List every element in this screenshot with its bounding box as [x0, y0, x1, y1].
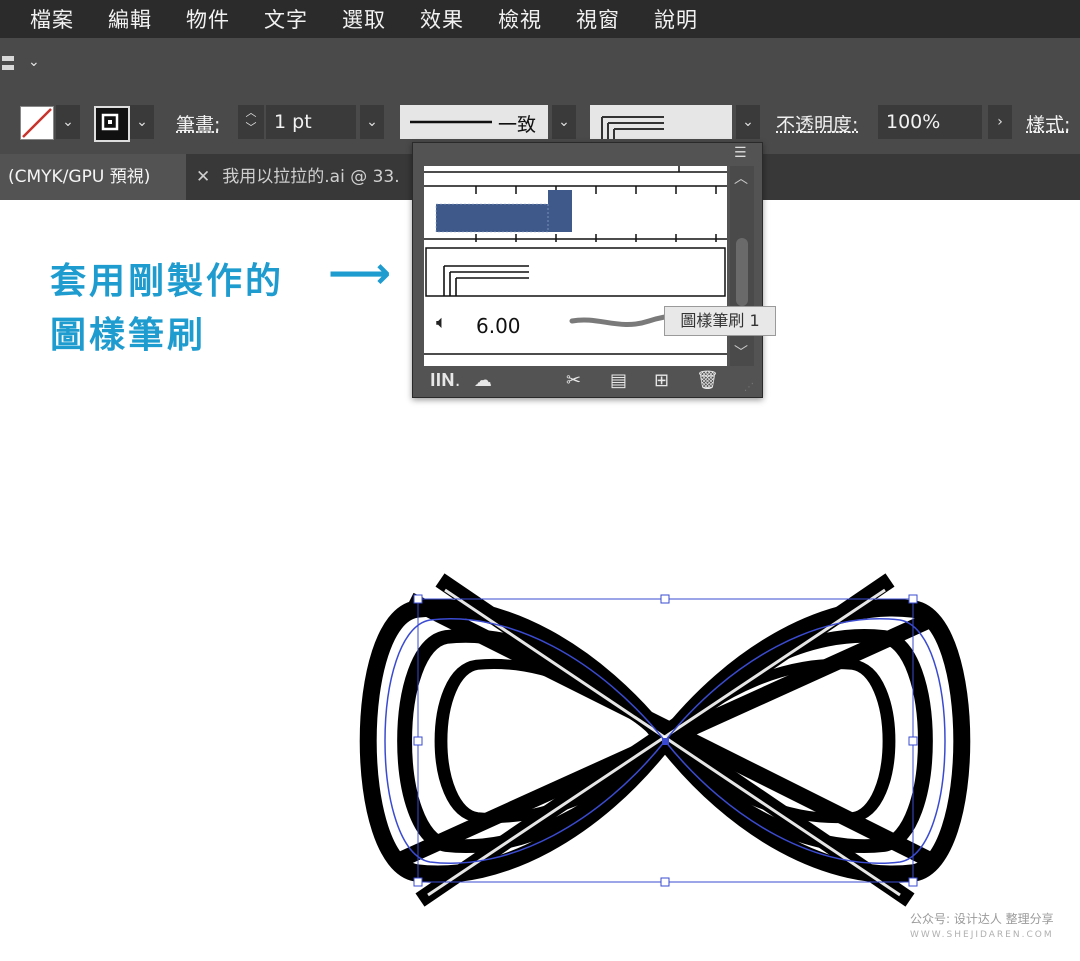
menu-bar: 檔案 編輯 物件 文字 選取 效果 檢視 視窗 說明 [0, 0, 1080, 38]
pattern-brush-preview-icon [601, 116, 664, 139]
grip-icon[interactable] [2, 56, 14, 61]
grip-icon-lower [2, 65, 14, 70]
selection-path [384, 618, 946, 864]
libraries-cloud-icon[interactable]: ☁ [474, 370, 492, 391]
chevron-down-icon[interactable]: ﹀ [238, 120, 264, 135]
artwork-middle-band [397, 629, 933, 853]
profile-line-icon [410, 120, 492, 124]
profile-label: 一致 [498, 114, 537, 136]
stroke-square-icon [101, 113, 119, 131]
none-swatch-icon [22, 108, 52, 138]
brush-size-value: 6.00 [476, 314, 521, 338]
menu-view[interactable]: 檢視 [498, 4, 542, 34]
fill-swatch[interactable] [20, 106, 54, 140]
menu-select[interactable]: 選取 [342, 4, 386, 34]
chevron-down-icon[interactable]: ⌄ [28, 54, 40, 70]
stroke-weight-dropdown[interactable]: ⌄ [360, 105, 384, 139]
close-icon[interactable]: ✕ [196, 167, 210, 187]
bounding-box [417, 598, 914, 883]
remove-brush-stroke-icon[interactable]: ✂ [566, 370, 581, 391]
tab-document-2[interactable]: ✕ 我用以拉拉的.ai @ 33. [190, 154, 400, 200]
tab-document-2-label: 我用以拉拉的.ai @ 33. [222, 167, 400, 187]
resize-grip-icon[interactable]: ⋰ [744, 382, 754, 393]
style-label[interactable]: 樣式: [1026, 110, 1070, 137]
opacity-field[interactable]: 100% [878, 105, 982, 139]
menu-object[interactable]: 物件 [186, 4, 230, 34]
menu-type[interactable]: 文字 [264, 4, 308, 34]
stroke-swatch[interactable] [94, 106, 130, 142]
brush-dropdown[interactable]: ⌄ [736, 105, 760, 139]
menu-help[interactable]: 說明 [654, 4, 698, 34]
chevron-up-icon[interactable]: ︿ [238, 105, 264, 120]
brush-list-drawing [424, 166, 727, 355]
variable-width-profile[interactable]: 一致 [400, 105, 548, 139]
artwork-inner-band [434, 658, 896, 824]
annotation-line-2: 圖樣筆刷 [50, 315, 207, 356]
new-brush-icon[interactable]: ⊞ [654, 370, 669, 391]
opacity-arrow-button[interactable]: › [988, 105, 1012, 139]
brush-options-icon[interactable]: ▤ [610, 370, 627, 391]
scroll-up-icon[interactable]: ︿ [734, 168, 748, 188]
stroke-dropdown[interactable]: ⌄ [130, 105, 154, 139]
stroke-label[interactable]: 筆畫: [176, 110, 220, 137]
scroll-thumb[interactable] [736, 238, 748, 306]
profile-dropdown[interactable]: ⌄ [552, 105, 576, 139]
menu-edit[interactable]: 編輯 [108, 4, 152, 34]
menu-window[interactable]: 視窗 [576, 4, 620, 34]
brush-libraries-icon[interactable]: 𝐈𝐈𝐍. [430, 370, 460, 391]
center-point [662, 738, 669, 745]
arrow-right-icon: ⟶ [328, 248, 392, 299]
fill-dropdown[interactable]: ⌄ [56, 105, 80, 139]
watermark-line-2: WWW.SHEJIDAREN.COM [910, 930, 1054, 940]
menu-file[interactable]: 檔案 [30, 4, 74, 34]
stroke-stepper[interactable]: ︿ ﹀ [238, 105, 264, 139]
scroll-down-icon[interactable]: ﹀ [734, 342, 748, 362]
watermark-line-1: 公众号: 设计达人 整理分享 [910, 912, 1054, 926]
workspace-bar [0, 38, 1080, 90]
panel-menu-icon[interactable]: ☰ [734, 145, 747, 161]
delete-brush-icon[interactable]: 🗑︎ [696, 370, 719, 391]
menu-effect[interactable]: 效果 [420, 4, 464, 34]
brush-definition[interactable] [590, 105, 732, 139]
artwork-outer-band [359, 599, 971, 883]
stroke-weight-field[interactable]: 1 pt [266, 105, 356, 139]
annotation-line-1: 套用剛製作的 [50, 261, 285, 302]
opacity-label[interactable]: 不透明度: [776, 110, 858, 137]
speaker-icon: 🔈︎ [436, 312, 447, 333]
brush-list: 🔈︎ 6.00 [424, 166, 727, 366]
brush-tooltip: 圖樣筆刷 1 [664, 306, 776, 336]
tab-active-document[interactable]: (CMYK/GPU 預視) [0, 154, 186, 200]
